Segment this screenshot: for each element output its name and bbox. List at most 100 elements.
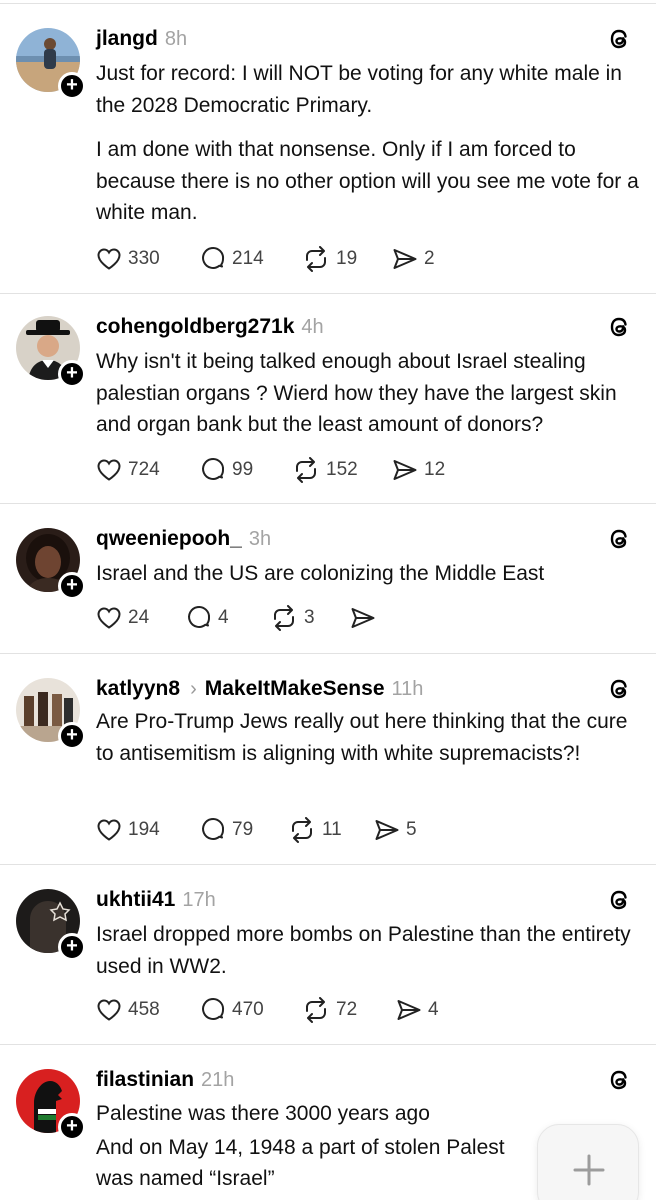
post-text: Israel and the US are colonizing the Mid… [96, 562, 545, 585]
post-header: qweeniepooh_ 3h [96, 524, 271, 554]
post-text: Just for record: I will NOT be voting fo… [96, 62, 628, 117]
post-text: Why isn't it being talked enough about I… [96, 350, 623, 436]
like-button[interactable]: 724 [96, 457, 160, 483]
follow-plus-icon[interactable]: + [58, 1113, 86, 1141]
comment-icon [202, 998, 225, 1020]
send-icon [393, 249, 417, 269]
like-count: 458 [128, 999, 160, 1020]
like-button[interactable]: 194 [96, 817, 160, 843]
heart-icon [97, 459, 121, 481]
post-text-continued: I am done with that nonsense. Only if I … [96, 138, 645, 224]
repost-count: 152 [326, 459, 358, 480]
reply-count: 470 [232, 999, 264, 1020]
like-count: 194 [128, 819, 160, 840]
heart-icon [97, 819, 121, 841]
like-button[interactable]: 330 [96, 246, 160, 272]
divider [0, 3, 656, 4]
comment-icon [202, 458, 225, 480]
post-header: jlangd 8h [96, 24, 187, 54]
repost-button[interactable]: 19 [302, 246, 357, 272]
divider [0, 1044, 656, 1045]
repost-button[interactable]: 72 [302, 997, 357, 1023]
repost-icon [292, 817, 312, 843]
follow-plus-icon[interactable]: + [58, 360, 86, 388]
threads-logo-icon [610, 317, 627, 337]
username[interactable]: ukhtii41 [96, 888, 175, 912]
send-icon [393, 460, 417, 480]
divider [0, 864, 656, 865]
reply-button[interactable]: 214 [200, 246, 264, 272]
divider [0, 503, 656, 504]
reply-count: 79 [232, 819, 254, 840]
username[interactable]: cohengoldberg271k [96, 315, 294, 339]
post-header: katlyyn8 › MakeItMakeSense 11h [96, 674, 423, 704]
timestamp: 4h [301, 315, 324, 338]
post-header: filastinian 21h [96, 1065, 234, 1095]
send-icon [351, 608, 375, 628]
reply-button[interactable]: 79 [200, 817, 253, 843]
community-name[interactable]: MakeItMakeSense [205, 677, 385, 701]
heart-icon [97, 999, 121, 1021]
repost-icon [296, 457, 316, 483]
threads-logo-icon [610, 1070, 627, 1090]
repost-count: 11 [322, 819, 342, 840]
username[interactable]: katlyyn8 [96, 677, 180, 701]
repost-button[interactable]: 11 [288, 817, 342, 843]
heart-icon [97, 248, 121, 270]
reply-count: 4 [218, 607, 229, 628]
like-count: 330 [128, 248, 160, 269]
post-header: ukhtii41 17h [96, 885, 216, 915]
username[interactable]: jlangd [96, 27, 158, 51]
share-count: 4 [428, 999, 439, 1020]
repost-icon [306, 997, 326, 1023]
share-button[interactable]: 12 [392, 457, 445, 483]
divider [0, 653, 656, 654]
heart-icon [97, 607, 121, 629]
divider [0, 293, 656, 294]
username[interactable]: qweeniepooh_ [96, 527, 242, 551]
follow-plus-icon[interactable]: + [58, 572, 86, 600]
username[interactable]: filastinian [96, 1068, 194, 1092]
timestamp: 21h [201, 1068, 235, 1091]
share-button[interactable]: 5 [374, 817, 417, 843]
follow-plus-icon[interactable]: + [58, 72, 86, 100]
repost-button[interactable]: 152 [292, 457, 358, 483]
repost-button[interactable]: 3 [270, 605, 315, 631]
post-text: Are Pro-Trump Jews really out here think… [96, 710, 634, 765]
like-count: 24 [128, 607, 150, 628]
repost-count: 72 [336, 999, 358, 1020]
share-count: 12 [424, 459, 446, 480]
compose-button[interactable] [537, 1124, 639, 1200]
like-button[interactable]: 458 [96, 997, 160, 1023]
comment-icon [202, 818, 225, 840]
share-button[interactable]: 2 [392, 246, 435, 272]
share-button[interactable] [350, 605, 376, 631]
send-icon [397, 1000, 421, 1020]
post-text: Israel dropped more bombs on Palestine t… [96, 923, 637, 978]
chevron-right-icon: › [190, 677, 197, 700]
repost-icon [306, 246, 326, 272]
reply-count: 214 [232, 248, 264, 269]
post-header: cohengoldberg271k 4h [96, 312, 324, 342]
reply-button[interactable]: 99 [200, 457, 253, 483]
share-count: 5 [406, 819, 417, 840]
timestamp: 11h [391, 677, 424, 700]
reply-button[interactable]: 470 [200, 997, 264, 1023]
threads-logo-icon [610, 679, 627, 699]
timestamp: 8h [164, 27, 188, 50]
plus-icon [573, 1154, 605, 1186]
reply-button[interactable]: 4 [186, 605, 229, 631]
follow-plus-icon[interactable]: + [58, 722, 86, 750]
repost-count: 19 [336, 248, 358, 269]
like-button[interactable]: 24 [96, 605, 149, 631]
threads-logo-icon [610, 890, 627, 910]
share-button[interactable]: 4 [396, 997, 439, 1023]
repost-count: 3 [304, 607, 315, 628]
timestamp: 17h [182, 888, 216, 911]
comment-icon [188, 606, 211, 628]
reply-count: 99 [232, 459, 254, 480]
like-count: 724 [128, 459, 160, 480]
send-icon [375, 820, 399, 840]
timestamp: 3h [248, 527, 272, 550]
follow-plus-icon[interactable]: + [58, 933, 86, 961]
